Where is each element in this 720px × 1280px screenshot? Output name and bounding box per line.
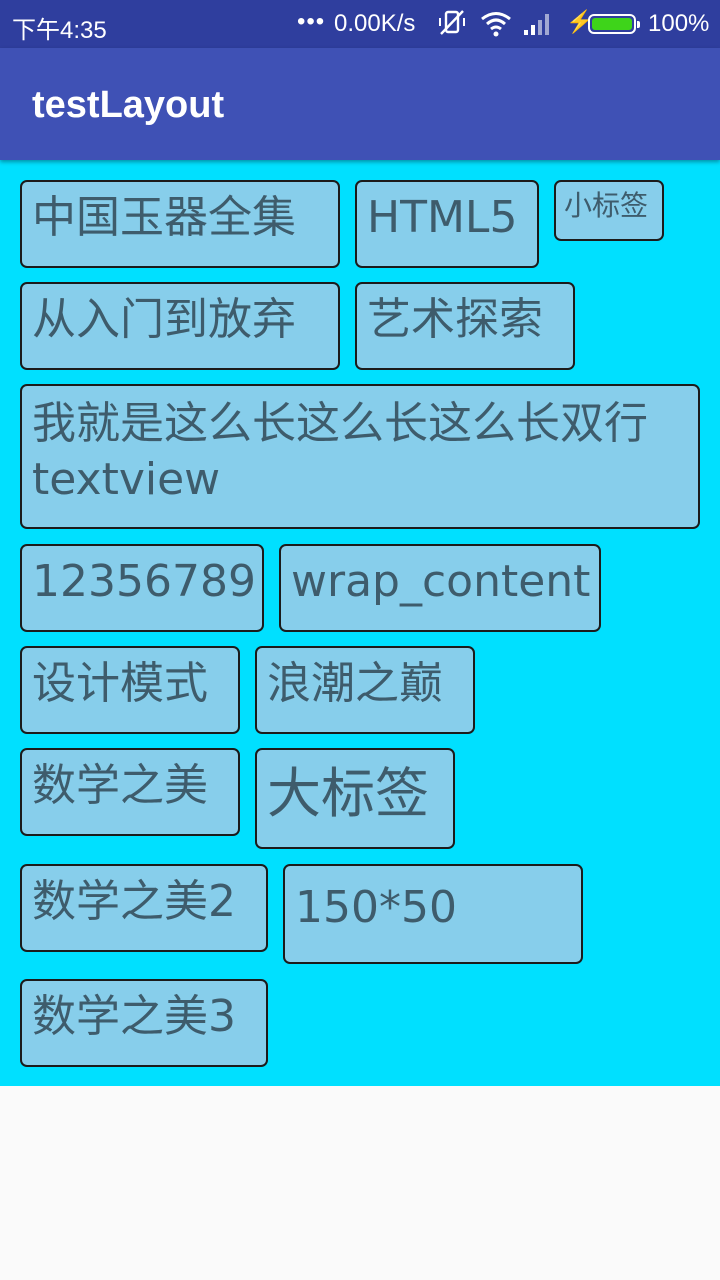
tag-item[interactable]: 小标签 bbox=[554, 180, 664, 241]
battery-percent: 100% bbox=[648, 10, 710, 37]
tag-item[interactable]: 12356789 bbox=[20, 544, 264, 632]
app-title: testLayout bbox=[32, 84, 225, 126]
tag-item[interactable]: 中国玉器全集 bbox=[20, 180, 340, 268]
status-bar: 下午4:35 ••• 0.00K/s ⚡ 100% bbox=[0, 0, 720, 48]
tag-item[interactable]: wrap_content bbox=[279, 544, 601, 632]
tag-item[interactable]: 数学之美2 bbox=[20, 864, 268, 952]
battery-icon bbox=[588, 14, 640, 34]
tag-item[interactable]: 艺术探索 bbox=[355, 282, 575, 370]
cell-signal-icon bbox=[522, 12, 554, 43]
wifi-icon bbox=[480, 11, 512, 44]
tag-item[interactable]: 我就是这么长这么长这么长双行textview bbox=[20, 384, 700, 529]
tag-item[interactable]: HTML5 bbox=[355, 180, 539, 268]
more-dots-icon: ••• bbox=[297, 8, 326, 35]
tag-item[interactable]: 从入门到放弃 bbox=[20, 282, 340, 370]
tag-item[interactable]: 大标签 bbox=[255, 748, 455, 849]
tag-flow-layout: 中国玉器全集 HTML5 小标签 从入门到放弃 艺术探索 我就是这么长这么长这么… bbox=[0, 160, 720, 1086]
tag-item[interactable]: 数学之美 bbox=[20, 748, 240, 836]
tag-item[interactable]: 数学之美3 bbox=[20, 979, 268, 1067]
tag-item[interactable]: 浪潮之巅 bbox=[255, 646, 475, 734]
tag-item[interactable]: 设计模式 bbox=[20, 646, 240, 734]
vibrate-off-icon bbox=[437, 8, 467, 45]
net-speed: 0.00K/s bbox=[334, 10, 416, 37]
tag-item[interactable]: 150*50 bbox=[283, 864, 583, 964]
status-time: 下午4:35 bbox=[12, 17, 107, 44]
empty-area bbox=[0, 1086, 720, 1280]
app-toolbar: testLayout bbox=[0, 48, 720, 160]
